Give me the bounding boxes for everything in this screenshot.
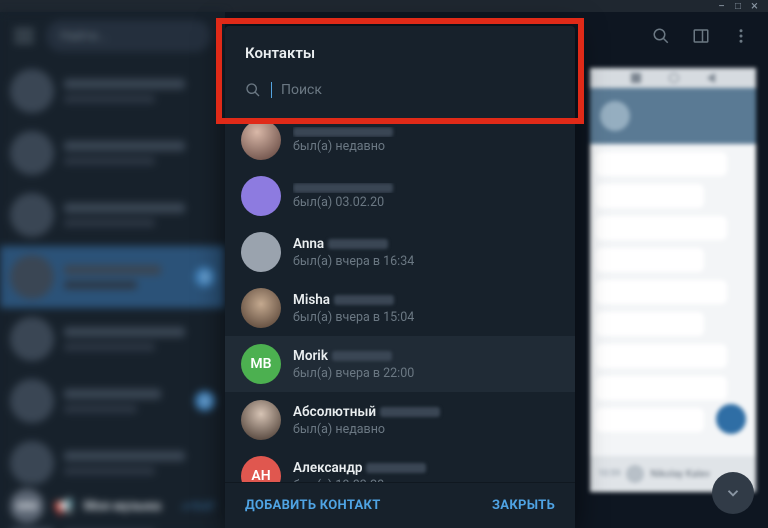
menu-icon[interactable] (14, 29, 34, 43)
contact-status: был(а) недавно (293, 422, 559, 437)
contact-status: был(а) недавно (293, 139, 559, 154)
contact-avatar (241, 120, 281, 160)
chat-item[interactable] (0, 122, 225, 184)
contact-name (293, 183, 559, 193)
contact-name: Morik (293, 348, 559, 364)
phone-bottom-name: Nikolay Kalev (650, 469, 710, 480)
footer-time: 9:47 (194, 500, 215, 513)
maximize-button[interactable]: □ (735, 1, 741, 12)
sidebar-header: Найти... (0, 12, 225, 60)
contact-avatar: МВ (241, 344, 281, 384)
add-contact-button[interactable]: ДОБАВИТЬ КОНТАКТ (245, 498, 381, 513)
chat-item[interactable] (0, 308, 225, 370)
contact-name (293, 127, 559, 137)
contacts-search-row (225, 74, 575, 112)
more-icon[interactable] (732, 27, 750, 45)
contact-status: был(а) вчера в 22:00 (293, 366, 559, 381)
phone-bottom-time: 10:59 (598, 469, 620, 479)
contact-item[interactable]: МВ Morik был(а) вчера в 22:00 (225, 336, 575, 392)
contacts-search-input[interactable] (281, 82, 555, 98)
contact-name: Александр (293, 460, 559, 476)
footer-chat-name[interactable]: Моя музыка (84, 499, 161, 514)
contact-status: был(а) вчера в 16:34 (293, 254, 559, 269)
text-cursor (271, 82, 272, 98)
search-icon[interactable] (652, 27, 670, 45)
chat-sidebar: Найти... 3 3 ММ 📢 Моя музыка ✓✓ 9:47 (0, 12, 225, 528)
global-search-input[interactable]: Найти... (46, 20, 211, 52)
chat-item[interactable]: 3 (0, 246, 225, 308)
sidebar-toggle-icon[interactable] (692, 27, 710, 45)
contact-item[interactable]: Anna был(а) вчера в 16:34 (225, 224, 575, 280)
contact-item[interactable]: Misha был(а) вчера в 15:04 (225, 280, 575, 336)
chat-item[interactable] (0, 184, 225, 246)
window-titlebar: − □ × (0, 0, 768, 12)
contact-avatar (241, 400, 281, 440)
scroll-down-fab[interactable] (712, 472, 754, 514)
contact-avatar (241, 232, 281, 272)
sidebar-footer: ММ 📢 Моя музыка ✓✓ 9:47 (0, 484, 225, 528)
contact-item[interactable]: был(а) недавно (225, 112, 575, 168)
contact-name: Anna (293, 236, 559, 252)
contacts-modal: Контакты был(а) недавно был(а) 03.02.20 An… (225, 26, 575, 528)
contact-name: Абсолютный (293, 404, 559, 420)
phone-navbar (590, 68, 756, 88)
search-icon (245, 82, 261, 98)
app-root: Найти... 3 3 ММ 📢 Моя музыка ✓✓ 9:47 (0, 12, 768, 528)
contact-avatar (241, 176, 281, 216)
contact-item[interactable]: был(а) 03.02.20 (225, 168, 575, 224)
phone-chat-header (590, 88, 756, 144)
contacts-list: был(а) недавно был(а) 03.02.20 Anna был(а) … (225, 112, 575, 482)
contact-status: был(а) 03.02.20 (293, 195, 559, 210)
contact-item[interactable]: Абсолютный был(а) недавно (225, 392, 575, 448)
read-ticks-icon: ✓✓ (180, 500, 190, 513)
chat-item[interactable] (0, 60, 225, 122)
footer-avatar: ММ (10, 489, 44, 523)
contacts-title: Контакты (245, 44, 555, 62)
contact-name: Misha (293, 292, 559, 308)
chat-item[interactable]: 3 (0, 370, 225, 432)
contact-avatar: АН (241, 456, 281, 482)
contact-item[interactable]: АНАлександрбыл(а) 18.03.20 (225, 448, 575, 482)
contact-status: был(а) вчера в 15:04 (293, 310, 559, 325)
contacts-footer: ДОБАВИТЬ КОНТАКТ ЗАКРЫТЬ (225, 482, 575, 528)
contact-avatar (241, 288, 281, 328)
contacts-header: Контакты (225, 26, 575, 74)
phone-fab-icon (716, 404, 746, 434)
phone-preview: 10:59 Nikolay Kalev (590, 68, 756, 492)
close-button[interactable]: ЗАКРЫТЬ (492, 498, 555, 513)
